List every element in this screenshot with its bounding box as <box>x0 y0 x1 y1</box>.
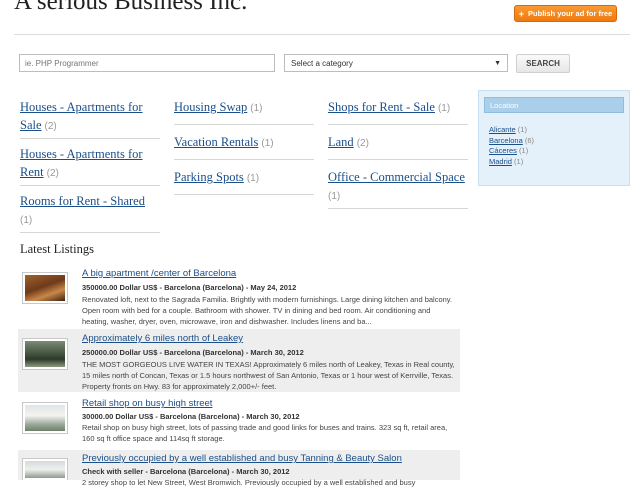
listing-meta: Check with seller - Barcelona (Barcelona… <box>82 467 290 476</box>
category-count: (2) <box>356 138 369 149</box>
listing-title-link[interactable]: Previously occupied by a well establishe… <box>82 453 402 464</box>
location-link[interactable]: Alicante <box>489 125 516 134</box>
category-count: (1) <box>261 138 274 149</box>
category-item: Parking Spots (1) <box>174 168 314 195</box>
category-count: (1) <box>250 103 263 114</box>
listing-meta: 350000.00 Dollar US$ - Barcelona (Barcel… <box>82 283 297 292</box>
location-count: (1) <box>517 125 527 134</box>
plus-icon: + <box>518 8 525 19</box>
listing-thumbnail[interactable] <box>22 338 68 370</box>
listing-thumbnail[interactable] <box>22 272 68 304</box>
category-item: Office - Commercial Space (1) <box>328 168 468 209</box>
location-item: Cáceres (1) <box>489 146 629 157</box>
category-item: Vacation Rentals (1) <box>174 133 314 160</box>
listing-thumbnail[interactable] <box>22 458 68 480</box>
search-input[interactable] <box>19 54 275 72</box>
listing-item: A big apartment /center of Barcelona 350… <box>18 264 460 328</box>
listing-description: 2 storey shop to let New Street, West Br… <box>82 478 416 487</box>
listing-description: THE MOST GORGEOUS LIVE WATER IN TEXAS! A… <box>82 360 455 391</box>
category-count: (1) <box>437 103 451 114</box>
site-title: A serious Business Inc. <box>14 0 248 15</box>
location-heading: Location <box>484 97 624 113</box>
location-count: (1) <box>514 156 524 166</box>
latest-listings-heading: Latest Listings <box>20 242 94 256</box>
location-link[interactable]: Cáceres <box>489 146 517 155</box>
category-item: Housing Swap (1) <box>174 98 314 125</box>
listing-title-link[interactable]: A big apartment /center of Barcelona <box>82 268 236 279</box>
category-count: (2) <box>46 168 59 179</box>
category-count: (1) <box>20 215 33 226</box>
listing-item: Retail shop on busy high street 30000.00… <box>18 394 460 448</box>
location-link[interactable]: Madrid <box>489 157 512 166</box>
search-button[interactable]: SEARCH <box>516 54 570 73</box>
category-link[interactable]: Housing Swap <box>174 100 247 114</box>
publish-ad-button[interactable]: + Publish your ad for free <box>514 5 617 22</box>
category-link[interactable]: Vacation Rentals <box>174 135 258 149</box>
location-item: Barcelona (6) <box>489 136 629 147</box>
category-count: (1) <box>246 173 260 184</box>
location-count: (6) <box>524 135 535 145</box>
category-count: (2) <box>44 121 57 132</box>
category-item: Houses - Apartments for Rent (2) <box>20 145 160 186</box>
category-select-value: Select a category <box>291 58 353 68</box>
listing-title-link[interactable]: Approximately 6 miles north of Leakey <box>82 333 243 344</box>
location-panel: Location Alicante (1) Barcelona (6) Cáce… <box>478 90 630 186</box>
location-list: Alicante (1) Barcelona (6) Cáceres (1) M… <box>489 125 629 167</box>
category-link[interactable]: Office - Commercial Space <box>328 170 465 184</box>
category-link[interactable]: Rooms for Rent - Shared <box>20 194 145 208</box>
listing-item: Previously occupied by a well establishe… <box>18 450 460 487</box>
category-link[interactable]: Houses - Apartments for Rent <box>20 147 143 179</box>
listing-meta: 30000.00 Dollar US$ - Barcelona (Barcelo… <box>82 412 300 421</box>
chevron-down-icon: ▼ <box>494 59 501 67</box>
category-link[interactable]: Houses - Apartments for Sale <box>20 100 143 132</box>
listing-title-link[interactable]: Retail shop on busy high street <box>82 398 212 409</box>
listing-description: Renovated loft, next to the Sagrada Fami… <box>82 295 453 326</box>
category-column-2: Housing Swap (1) Vacation Rentals (1) Park… <box>174 98 314 203</box>
location-link[interactable]: Barcelona <box>489 136 523 145</box>
listing-meta: 250000.00 Dollar US$ - Barcelona (Barcel… <box>82 348 304 357</box>
category-item: Land (2) <box>328 133 468 160</box>
listing-description: Retail shop on busy high street, lots of… <box>82 423 448 443</box>
listing-item: Approximately 6 miles north of Leakey 25… <box>18 329 460 392</box>
location-count: (1) <box>519 146 529 155</box>
header-divider <box>14 34 630 35</box>
listing-thumbnail[interactable] <box>22 402 68 434</box>
category-link[interactable]: Shops for Rent - Sale <box>328 100 435 114</box>
location-item: Madrid (1) <box>489 157 629 168</box>
category-item: Houses - Apartments for Sale (2) <box>20 98 160 139</box>
location-item: Alicante (1) <box>489 125 629 136</box>
publish-ad-label: Publish your ad for free <box>528 9 613 18</box>
category-column-1: Houses - Apartments for Sale (2) Houses -… <box>20 98 160 239</box>
category-item: Rooms for Rent - Shared (1) <box>20 192 160 233</box>
category-link[interactable]: Land <box>328 135 354 149</box>
category-link[interactable]: Parking Spots <box>174 170 244 184</box>
category-column-3: Shops for Rent - Sale (1) Land (2) Office … <box>328 98 468 215</box>
category-count: (1) <box>328 191 341 202</box>
category-item: Shops for Rent - Sale (1) <box>328 98 468 125</box>
category-select[interactable]: Select a category ▼ <box>284 54 508 72</box>
